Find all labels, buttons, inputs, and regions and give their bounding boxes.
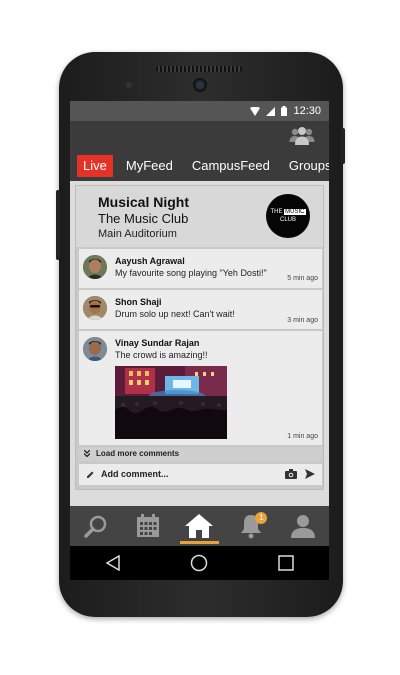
comment-item: Shon Shaji Drum solo up next! Can't wait… — [79, 290, 322, 329]
add-comment-input[interactable]: Add comment... — [101, 469, 169, 479]
add-comment-bar: Add comment... — [79, 464, 322, 485]
chevron-double-down-icon — [84, 450, 90, 457]
load-more-label: Load more comments — [96, 449, 180, 458]
event-header[interactable]: Musical Night The Music Club Main Audito… — [76, 186, 323, 247]
logo-text-top: THE — [270, 209, 283, 215]
tab-live[interactable]: Live — [77, 155, 113, 177]
comment-time: 5 min ago — [287, 275, 318, 282]
comment-author: Shon Shaji — [115, 297, 162, 307]
comment-time: 3 min ago — [287, 317, 318, 324]
camera-icon[interactable] — [285, 469, 297, 479]
screen: 12:30 Live MyFeed CampusFeed Groups Musi… — [70, 101, 329, 580]
back-icon[interactable] — [105, 555, 121, 571]
comment-text: My favourite song playing "Yeh Dosti!" — [115, 268, 267, 278]
group-icon[interactable] — [289, 125, 315, 147]
logo-text-highlight: MUSIC — [284, 209, 306, 215]
comment-author: Vinay Sundar Rajan — [115, 338, 200, 348]
nav-search[interactable] — [70, 506, 122, 546]
status-time: 12:30 — [293, 105, 321, 117]
search-icon — [84, 515, 107, 538]
recent-apps-icon[interactable] — [278, 555, 294, 571]
club-logo: THE MUSIC CLUB — [266, 194, 310, 238]
tab-bar: Live MyFeed CampusFeed Groups — [70, 151, 329, 181]
app-bar — [70, 121, 329, 151]
tab-groups[interactable]: Groups — [283, 155, 329, 177]
nav-calendar[interactable] — [122, 506, 174, 546]
signal-icon — [266, 106, 276, 116]
logo-text-bottom: CLUB — [279, 217, 296, 223]
home-circle-icon[interactable] — [190, 554, 208, 572]
avatar[interactable] — [83, 255, 107, 279]
calendar-icon — [136, 514, 159, 537]
send-icon[interactable] — [305, 469, 315, 479]
wifi-icon — [250, 106, 261, 116]
volume-button — [56, 190, 60, 260]
comment-text: The crowd is amazing!! — [115, 350, 208, 360]
load-more-comments-button[interactable]: Load more comments — [79, 447, 322, 461]
profile-icon — [291, 515, 316, 538]
comment-time: 1 min ago — [287, 433, 318, 440]
comment-author: Aayush Agrawal — [115, 256, 185, 266]
nav-home[interactable] — [174, 506, 226, 546]
live-event-card: Musical Night The Music Club Main Audito… — [75, 185, 324, 490]
status-bar: 12:30 — [70, 101, 329, 121]
notification-badge: 1 — [255, 512, 268, 524]
tab-campusfeed[interactable]: CampusFeed — [186, 155, 276, 177]
bottom-navigation: 1 — [70, 506, 329, 546]
tab-myfeed[interactable]: MyFeed — [120, 155, 179, 177]
concert-photo[interactable] — [115, 366, 227, 439]
nav-profile[interactable] — [277, 506, 329, 546]
event-title: Musical Night — [98, 194, 190, 210]
comment-item: Vinay Sundar Rajan The crowd is amazing!… — [79, 331, 322, 445]
comment-text: Drum solo up next! Can't wait! — [115, 309, 235, 319]
avatar[interactable] — [83, 296, 107, 320]
earpiece-speaker — [156, 66, 242, 72]
nav-notifications[interactable]: 1 — [225, 506, 277, 546]
event-venue: Main Auditorium — [98, 228, 177, 240]
home-icon — [185, 514, 214, 538]
pencil-icon — [87, 471, 94, 478]
avatar[interactable] — [83, 337, 107, 361]
system-navigation-bar — [70, 546, 329, 580]
event-club: The Music Club — [98, 211, 189, 226]
power-button — [341, 128, 345, 164]
proximity-sensor — [126, 82, 132, 88]
front-camera — [193, 78, 207, 92]
comment-item: Aayush Agrawal My favourite song playing… — [79, 249, 322, 288]
battery-icon — [281, 106, 288, 116]
